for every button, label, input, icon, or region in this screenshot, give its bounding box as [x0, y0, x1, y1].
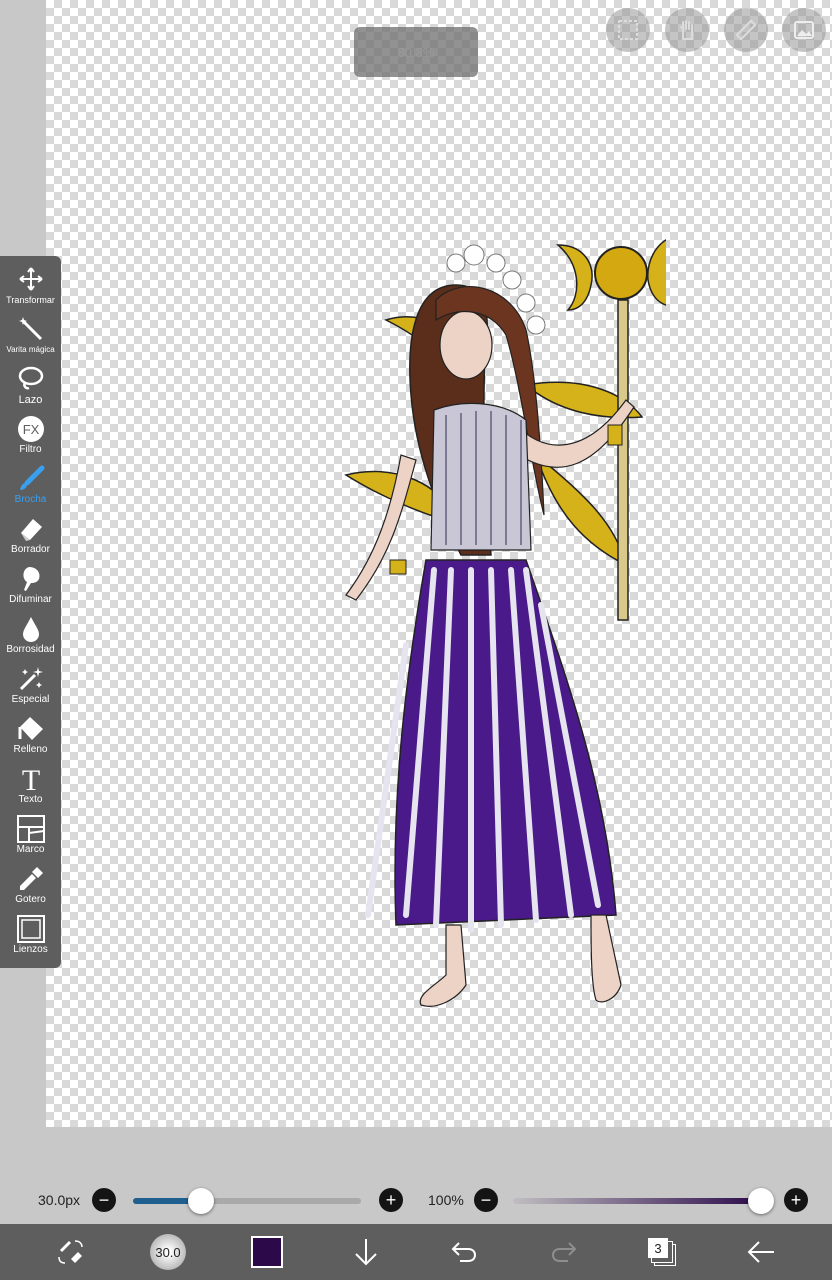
- tool-label: Difuminar: [9, 594, 52, 605]
- tool-palette: Transformar Varita mágica Lazo FX Filtro…: [0, 256, 61, 968]
- brush-size-label: 30.0px: [38, 1192, 81, 1208]
- image-icon: [794, 21, 814, 39]
- opacity-slider-thumb[interactable]: [748, 1188, 774, 1214]
- tool-label: Borrador: [11, 544, 50, 555]
- redo-button[interactable]: [546, 1224, 582, 1280]
- tool-transformar[interactable]: Transformar: [0, 264, 61, 314]
- opacity-label: 100%: [428, 1192, 464, 1208]
- hand-icon: [680, 20, 693, 40]
- tool-difuminar[interactable]: Difuminar: [0, 564, 61, 614]
- smudge-icon: [22, 567, 40, 591]
- tool-filtro[interactable]: FX Filtro: [0, 414, 61, 464]
- undo-button[interactable]: [446, 1224, 482, 1280]
- opacity-decrease-button[interactable]: −: [474, 1188, 498, 1212]
- artwork-illustration: [344, 239, 666, 1007]
- tool-label: Texto: [18, 794, 43, 805]
- color-picker-button[interactable]: [248, 1224, 286, 1280]
- plus-icon: +: [790, 1190, 802, 1210]
- eraser-icon: [20, 519, 42, 541]
- layer-count: 3: [654, 1240, 662, 1256]
- brush-size-decrease-button[interactable]: −: [92, 1188, 116, 1212]
- selection-icon: [618, 20, 638, 40]
- tool-label: Varita mágica: [6, 345, 55, 354]
- frame-icon: [16, 815, 45, 843]
- tool-texto[interactable]: T Texto: [0, 764, 61, 814]
- arrow-down-icon: [355, 1239, 377, 1266]
- fill-bucket-icon: [18, 717, 43, 740]
- tool-borrosidad[interactable]: Borrosidad: [0, 614, 61, 664]
- ruler-button[interactable]: [724, 8, 768, 52]
- layer-down-button[interactable]: [348, 1224, 384, 1280]
- tool-lienzos[interactable]: Lienzos: [0, 914, 61, 964]
- plus-icon: +: [385, 1190, 397, 1210]
- back-button[interactable]: [742, 1224, 780, 1280]
- tool-brocha[interactable]: Brocha: [0, 464, 61, 514]
- drawing-canvas[interactable]: [46, 0, 832, 1127]
- tool-label: Borrosidad: [6, 644, 55, 655]
- zoom-label: 80.8%: [397, 44, 435, 60]
- svg-text:FX: FX: [22, 422, 39, 437]
- tool-label: Marco: [16, 844, 45, 855]
- tool-label: Especial: [11, 694, 50, 705]
- brush-preview: 30.0: [150, 1234, 186, 1270]
- hand-button[interactable]: [665, 8, 709, 52]
- layers-icon: 3: [648, 1238, 676, 1266]
- brush-size-slider-thumb[interactable]: [188, 1188, 215, 1214]
- redo-icon: [551, 1242, 577, 1262]
- minus-icon: −: [480, 1190, 492, 1210]
- blur-drop-icon: [22, 617, 39, 642]
- tool-marco[interactable]: Marco: [0, 814, 61, 864]
- opacity-slider[interactable]: [513, 1198, 761, 1204]
- brush-settings-bar: 30.0px − + 100% − +: [0, 1180, 832, 1222]
- brush-icon: [19, 465, 44, 490]
- minus-icon: −: [98, 1190, 110, 1210]
- zoom-indicator: 80.8%: [354, 27, 478, 77]
- brush-preview-button[interactable]: 30.0: [148, 1224, 188, 1280]
- tool-label: Gotero: [15, 894, 46, 905]
- magic-wand-icon: [18, 317, 42, 341]
- tool-gotero[interactable]: Gotero: [0, 864, 61, 914]
- tool-label: Brocha: [14, 494, 47, 505]
- ruler-icon: [735, 19, 757, 41]
- current-color-swatch: [251, 1236, 283, 1268]
- tool-varita-magica[interactable]: Varita mágica: [0, 314, 61, 364]
- lasso-icon: [18, 366, 43, 390]
- tool-label: Filtro: [19, 444, 42, 455]
- tool-especial[interactable]: Especial: [0, 664, 61, 714]
- tool-lazo[interactable]: Lazo: [0, 364, 61, 414]
- opacity-increase-button[interactable]: +: [784, 1188, 808, 1212]
- move-icon: [18, 267, 43, 291]
- special-icon: [19, 667, 43, 691]
- bottom-toolbar: 30.0 3: [0, 1224, 832, 1280]
- eyedropper-icon: [19, 867, 43, 890]
- tool-label: Lienzos: [13, 944, 48, 955]
- quick-menu-button[interactable]: [48, 1224, 92, 1280]
- tool-label: Transformar: [6, 295, 55, 305]
- svg-text:T: T: [21, 764, 39, 794]
- arrow-left-icon: [747, 1241, 774, 1263]
- undo-icon: [451, 1242, 477, 1262]
- tool-label: Lazo: [18, 394, 43, 406]
- layers-button[interactable]: 3: [644, 1224, 680, 1280]
- tool-label: Relleno: [13, 744, 48, 755]
- fx-icon: FX: [17, 416, 44, 442]
- tool-borrador[interactable]: Borrador: [0, 514, 61, 564]
- brush-preview-label: 30.0: [155, 1244, 181, 1260]
- text-icon: T: [21, 764, 39, 794]
- selection-button[interactable]: [606, 8, 650, 52]
- brush-size-increase-button[interactable]: +: [379, 1188, 403, 1212]
- canvas-icon: [16, 915, 45, 943]
- reference-image-button[interactable]: [782, 8, 826, 52]
- brush-eraser-swap-icon: [58, 1240, 83, 1264]
- tool-relleno[interactable]: Relleno: [0, 714, 61, 764]
